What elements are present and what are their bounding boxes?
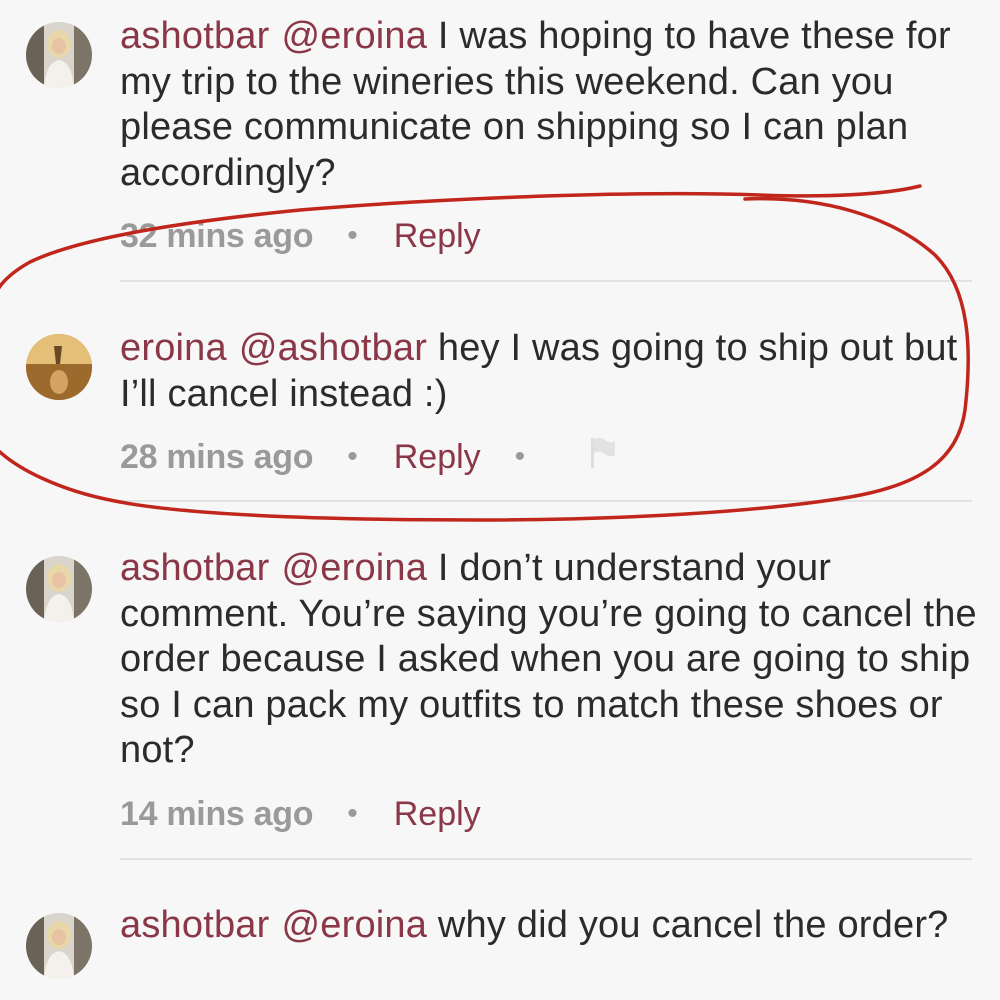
meta-separator: •: [514, 440, 526, 473]
comment-mention[interactable]: @eroina: [281, 904, 427, 946]
avatar[interactable]: [26, 556, 92, 622]
meta-separator: •: [347, 440, 358, 473]
comment-divider: [120, 858, 972, 860]
flag-icon[interactable]: [589, 436, 617, 479]
avatar[interactable]: [26, 913, 92, 979]
comment-timestamp: 28 mins ago: [120, 437, 314, 476]
avatar[interactable]: [26, 22, 92, 88]
reply-button[interactable]: Reply: [394, 795, 481, 834]
comment-body: ashotbar @eroina why did you cancel the o…: [120, 903, 980, 949]
comment-divider: [120, 500, 972, 502]
avatar[interactable]: [26, 334, 92, 400]
comment-mention[interactable]: @eroina: [281, 15, 427, 57]
comment-timestamp: 32 mins ago: [120, 216, 314, 255]
comment-thread: ashotbar @eroina I was hoping to have the…: [0, 0, 1000, 1000]
comment-timestamp: 14 mins ago: [120, 794, 314, 833]
comment-body: ashotbar @eroina I was hoping to have the…: [120, 14, 980, 196]
comment-mention[interactable]: @eroina: [281, 547, 427, 589]
comment-body: eroina @ashotbar hey I was going to ship …: [120, 326, 980, 417]
comment-mention[interactable]: @ashotbar: [239, 327, 427, 369]
comment-meta: 28 mins ago • Reply •: [120, 435, 617, 479]
comment-username[interactable]: ashotbar: [120, 547, 269, 589]
comment-meta: 32 mins ago • Reply: [120, 214, 481, 258]
comment-text: why did you cancel the order?: [437, 904, 949, 946]
comment-username[interactable]: eroina: [120, 327, 227, 369]
comment-body: ashotbar @eroina I don’t understand your …: [120, 546, 980, 774]
reply-button[interactable]: Reply: [394, 217, 481, 256]
comment-meta: 14 mins ago • Reply: [120, 792, 481, 836]
meta-separator: •: [347, 219, 358, 252]
comment-username[interactable]: ashotbar: [120, 15, 269, 57]
meta-separator: •: [347, 797, 358, 830]
comment-username[interactable]: ashotbar: [120, 904, 269, 946]
reply-button[interactable]: Reply: [394, 438, 481, 477]
comment-divider: [120, 280, 972, 282]
